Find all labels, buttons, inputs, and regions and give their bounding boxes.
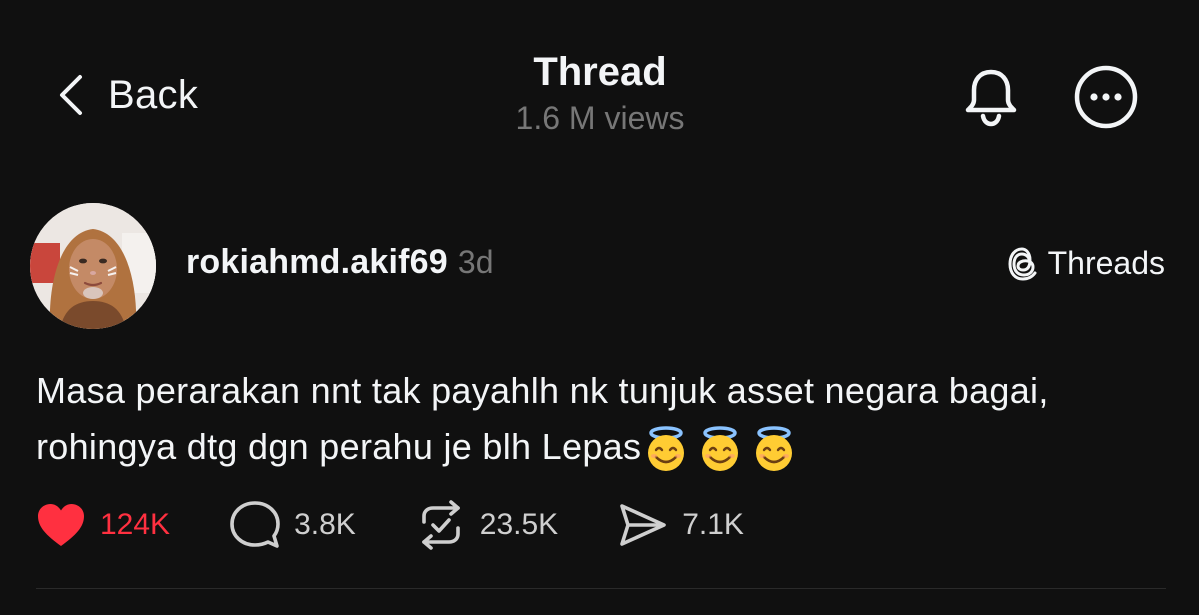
repost-icon [421, 500, 460, 550]
threads-source-link[interactable]: Threads [1006, 245, 1165, 282]
post-text-line-2: rohingya dtg dgn perahu je blh Lepas [36, 426, 642, 467]
notifications-button[interactable] [956, 62, 1026, 132]
threads-logo-icon [1008, 246, 1037, 281]
repost-count: 23.5K [479, 508, 559, 541]
title-block: Thread 1.6 M views [400, 48, 800, 138]
top-bar: Back Thread 1.6 M views [0, 0, 1199, 180]
comment-count: 3.8K [294, 508, 356, 541]
post-actions: 124K 3.8K 23.5K 7.1K [36, 497, 804, 553]
more-options-button[interactable] [1071, 62, 1141, 132]
halo-emoji-group [643, 425, 805, 473]
comment-button[interactable]: 3.8K [230, 500, 356, 550]
post-text-line-1: Masa perarakan nnt tak payahlh nk tunjuk… [36, 370, 1049, 411]
smiling-face-with-halo-emoji [756, 426, 793, 472]
post-text: Masa perarakan nnt tak payahlh nk tunjuk… [36, 363, 1156, 475]
page-title: Thread [533, 50, 667, 94]
view-count: 1.6 M views [515, 100, 685, 136]
comment-icon [230, 501, 280, 548]
share-button[interactable]: 7.1K [618, 502, 744, 548]
heart-icon [38, 504, 84, 546]
divider [36, 588, 1166, 589]
threads-label: Threads [1047, 245, 1165, 281]
repost-button[interactable]: 23.5K [416, 500, 558, 550]
more-icon [1074, 65, 1138, 129]
username-link[interactable]: rokiahmd.akif69 [186, 243, 448, 282]
back-button[interactable]: Back [56, 68, 198, 122]
like-count: 124K [100, 508, 171, 541]
post-timestamp: 3d [457, 244, 494, 280]
chevron-left-icon [60, 75, 82, 115]
avatar-image [30, 203, 156, 329]
smiling-face-with-halo-emoji [648, 426, 685, 472]
avatar[interactable] [30, 203, 156, 329]
share-icon [620, 504, 667, 546]
bell-icon [965, 69, 1017, 127]
smiling-face-with-halo-emoji [702, 426, 739, 472]
back-label: Back [108, 72, 199, 117]
post-header: rokiahmd.akif69 3d [186, 243, 493, 282]
like-button[interactable]: 124K [36, 502, 170, 548]
share-count: 7.1K [682, 508, 744, 541]
